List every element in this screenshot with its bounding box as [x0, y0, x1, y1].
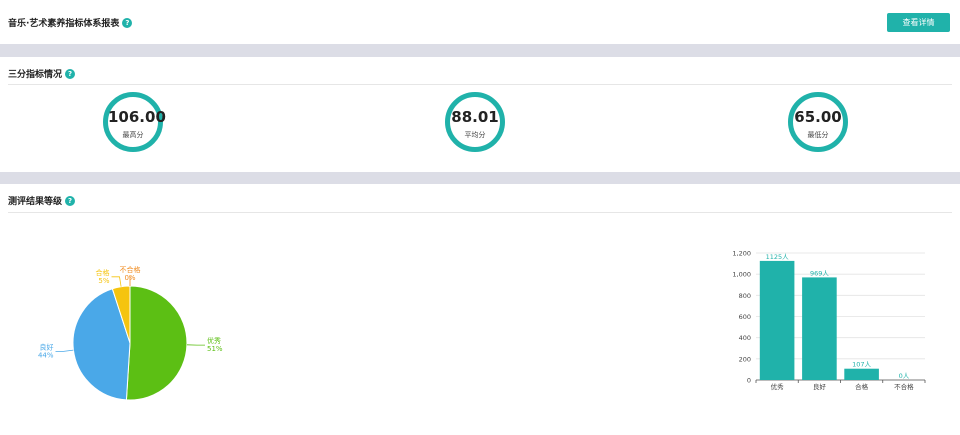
bar-y-tick-label: 400 [739, 334, 751, 342]
grade-result-panel: 测评结果等级 ? 优秀 51% 良好 44% 合格 5% 不合格 0% 0 200 400 600 8… [0, 184, 960, 435]
score-indicator-panel: 三分指标情况 ? 106.00 最高分 88.01 平均分 65.00 最低分 [0, 57, 960, 172]
bar-x-tick-label: 不合格 [894, 382, 914, 391]
bar-y-tick-label: 1,200 [732, 250, 751, 258]
bar-rect [802, 277, 837, 380]
pie-label-percent: 51% [207, 345, 223, 353]
bar-data-label: 107人 [852, 361, 871, 369]
avg-score-label: 平均分 [464, 131, 486, 139]
grade-section-title: 测评结果等级 [8, 197, 63, 207]
bar-y-tick-label: 800 [739, 292, 751, 300]
avg-score-circle: 88.01 平均分 [445, 92, 505, 152]
pie-slice [125, 285, 188, 401]
bar-rect [759, 260, 795, 380]
pie-leader-line [55, 349, 74, 352]
bar-data-label: 1125人 [766, 253, 790, 261]
max-score-circle: 106.00 最高分 [103, 92, 166, 152]
report-title: 音乐·艺术素养指标体系报表 [8, 19, 120, 29]
avg-score-value: 88.01 [451, 108, 499, 126]
report-title-row: 音乐·艺术素养指标体系报表 ? [8, 16, 133, 29]
bar-y-tick-label: 600 [739, 313, 751, 321]
help-icon[interactable]: ? [65, 68, 76, 79]
bar-y-tick-label: 0 [747, 377, 751, 385]
pie-label-percent: 0% [124, 274, 135, 282]
bar-data-label: 0人 [899, 372, 910, 380]
max-score-label: 最高分 [122, 131, 144, 139]
score-section-title: 三分指标情况 [8, 70, 63, 80]
bar-data-label: 969人 [810, 269, 829, 277]
report-header-panel: 音乐·艺术素养指标体系报表 ? 查看详情 [0, 0, 960, 44]
bar-x-tick-label: 优秀 [771, 382, 785, 391]
grade-bar-chart: 0 200 400 600 800 1,000 1,200 1125人优秀 969人良好 107人… [732, 250, 926, 391]
pie-label-percent: 5% [98, 277, 109, 285]
divider [8, 84, 952, 85]
pie-label-name: 不合格 [120, 265, 141, 274]
min-score-label: 最低分 [807, 131, 829, 139]
bar-y-tick-label: 200 [739, 355, 751, 363]
max-score-value: 106.00 [108, 108, 166, 126]
score-section-title-row: 三分指标情况 ? [8, 67, 76, 80]
help-icon[interactable]: ? [122, 17, 133, 28]
pie-label-percent: 44% [38, 351, 54, 359]
bar-x-tick-label: 合格 [855, 382, 869, 391]
min-score-circle: 65.00 最低分 [788, 92, 848, 152]
pie-label-name: 合格 [96, 268, 110, 277]
min-score-value: 65.00 [794, 108, 842, 126]
grade-section-title-row: 测评结果等级 ? [8, 194, 76, 207]
pie-label-name: 良好 [40, 342, 54, 351]
pie-label-name: 优秀 [207, 336, 221, 345]
grade-pie-chart: 优秀51% 良好44% 合格5% 不合格0% [38, 265, 223, 401]
help-icon[interactable]: ? [65, 195, 76, 206]
pie-leader-line [111, 276, 122, 287]
bar-y-tick-label: 1,000 [732, 271, 751, 279]
bar-x-tick-label: 良好 [813, 382, 827, 391]
divider [8, 212, 952, 213]
bar-rect [844, 368, 879, 380]
view-details-button[interactable]: 查看详情 [887, 13, 950, 32]
